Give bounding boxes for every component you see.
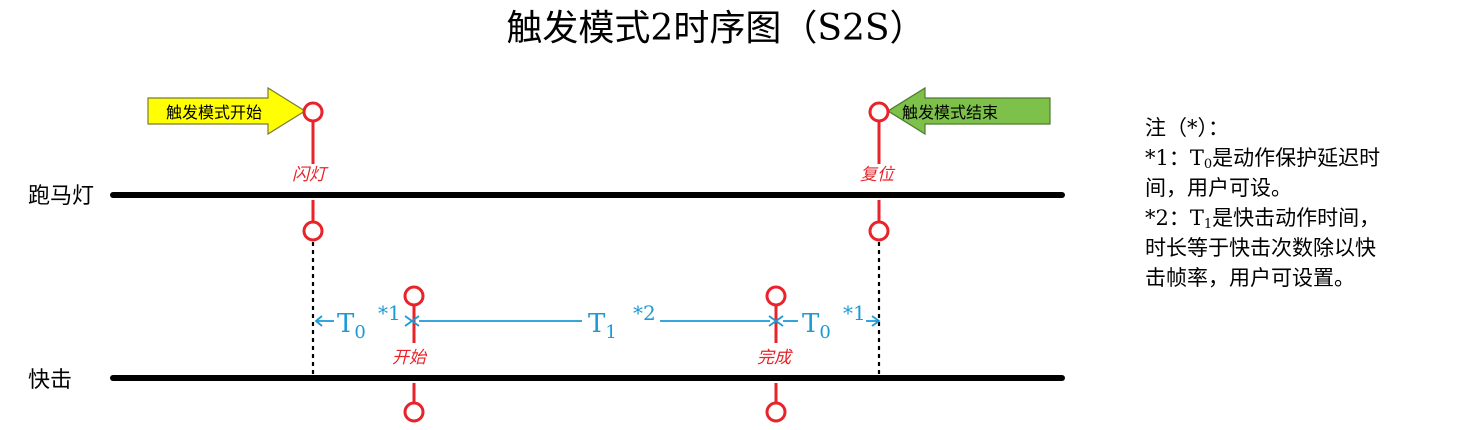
note-2-text: 是快击动作时间， — [1212, 206, 1381, 230]
svg-text:T0: T0 — [337, 309, 366, 343]
note-2-subscript: 1 — [1203, 217, 1213, 232]
note-1-line-2: 间，用户可设。 — [1145, 176, 1292, 200]
done-event-label: 完成 — [757, 348, 794, 368]
diagram-title: 触发模式2时序图（S2S） — [506, 8, 925, 49]
interval-t0-subscript: 0 — [354, 322, 365, 343]
reset-event-label: 复位 — [860, 165, 896, 185]
interval-t1-note-ref: *2 — [633, 301, 656, 325]
note-1-prefix: *1：T — [1145, 146, 1204, 170]
note-1-line-1: *1：T0是动作保护延迟时 — [1145, 143, 1455, 173]
note-2-prefix: *2：T — [1145, 206, 1204, 230]
interval-t0-symbol: T — [337, 309, 355, 339]
interval-t1: T1 *2 — [419, 301, 784, 343]
mode-start-arrow: 触发模式开始 — [147, 86, 307, 136]
row-label-marquee: 跑马灯 — [28, 184, 94, 209]
notes-heading: 注（*）： — [1145, 116, 1229, 140]
note-2-line-2: 时长等于快击次数除以快 — [1145, 236, 1376, 260]
svg-text:T0: T0 — [802, 309, 831, 343]
begin-event-label: 开始 — [392, 348, 428, 368]
interval-t0-start: T0 *1 — [314, 301, 420, 343]
flash-event-label: 闪灯 — [292, 165, 329, 185]
interval-t0-end-note-ref: *1 — [843, 301, 866, 325]
note-1-text: 是动作保护延迟时 — [1212, 146, 1381, 170]
interval-t0-end-subscript: 0 — [819, 322, 830, 343]
note-1-subscript: 0 — [1203, 157, 1213, 172]
mode-end-label: 触发模式结束 — [902, 103, 998, 122]
interval-t0-end: T0 *1 — [783, 301, 881, 343]
mode-start-label: 触发模式开始 — [166, 103, 262, 122]
interval-t0-note-ref: *1 — [378, 301, 401, 325]
mode-end-arrow: 触发模式结束 — [886, 86, 1051, 136]
row-label-fastclick: 快击 — [28, 368, 72, 393]
svg-text:T1: T1 — [588, 309, 617, 343]
interval-t1-symbol: T — [588, 309, 606, 339]
notes-panel: 注（*）： *1：T0是动作保护延迟时 间，用户可设。 *2：T1是快击动作时间… — [1145, 113, 1455, 293]
interval-t0-end-symbol: T — [802, 309, 820, 339]
interval-t1-subscript: 1 — [605, 322, 616, 343]
note-2-line-1: *2：T1是快击动作时间， — [1145, 203, 1455, 233]
note-2-line-3: 击帧率，用户可设置。 — [1145, 266, 1355, 290]
